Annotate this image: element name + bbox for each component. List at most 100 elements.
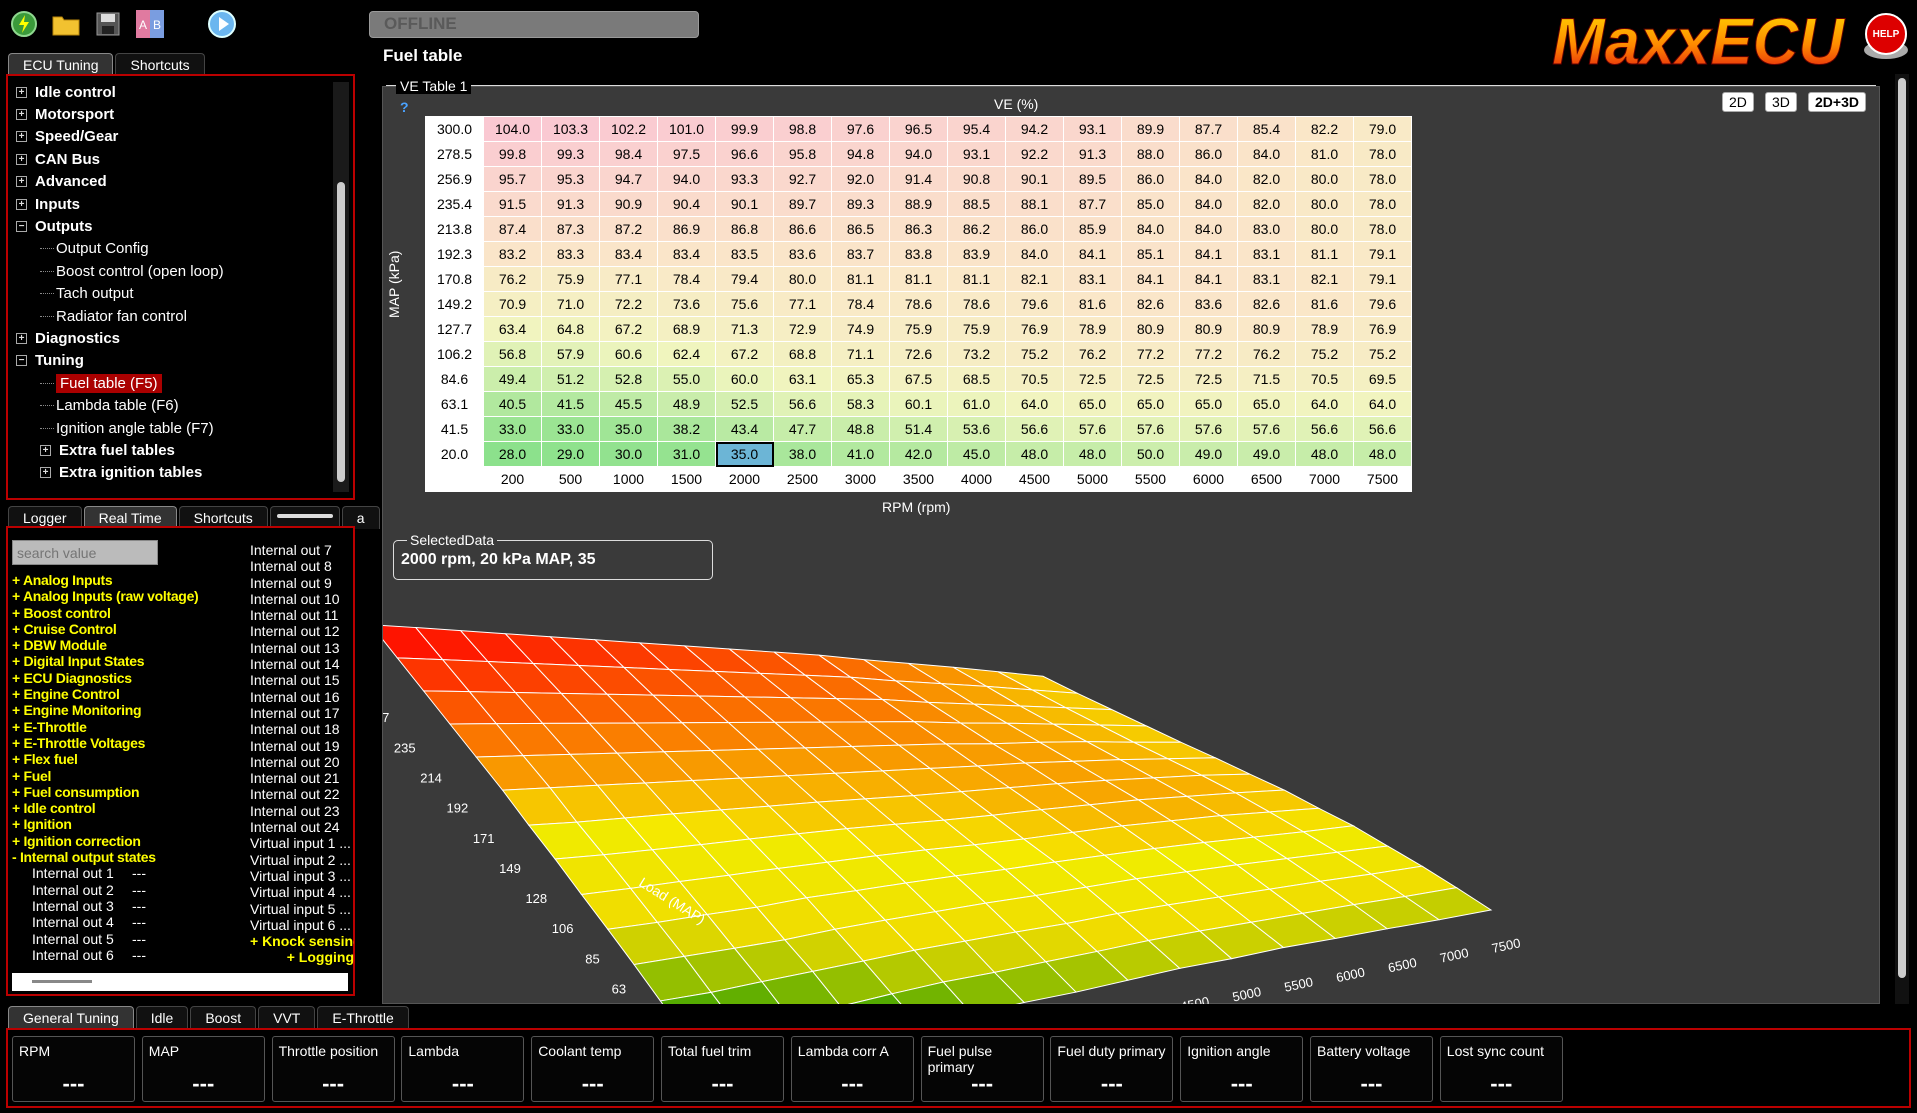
ve-cell[interactable]: 53.6 <box>947 416 1006 442</box>
ve-cell[interactable]: 67.2 <box>599 316 658 342</box>
gauge-fuel-pulse-primary[interactable]: Fuel pulse primary --- <box>920 1036 1044 1102</box>
map-axis-cell[interactable]: 235.4 <box>425 191 484 217</box>
ve-cell[interactable]: 65.0 <box>1063 391 1122 417</box>
realtime-group[interactable]: + Cruise Control <box>12 621 252 637</box>
ve-cell[interactable]: 70.9 <box>483 291 542 317</box>
compare-icon[interactable]: AB <box>134 8 166 40</box>
ve-cell[interactable]: 49.0 <box>1179 441 1238 467</box>
tree-item[interactable]: Output Config <box>16 238 336 260</box>
ve-cell[interactable]: 98.4 <box>599 141 658 167</box>
ve-cell[interactable]: 55.0 <box>657 366 716 392</box>
tree-item[interactable]: + CAN Bus <box>16 148 336 170</box>
ve-cell[interactable]: 40.5 <box>483 391 542 417</box>
help-icon[interactable]: HELP <box>1860 10 1912 62</box>
ve-cell[interactable]: 49.4 <box>483 366 542 392</box>
ve-cell[interactable]: 84.1 <box>1063 241 1122 267</box>
ve-cell[interactable]: 69.5 <box>1353 366 1412 392</box>
ve-cell[interactable]: 48.0 <box>1063 441 1122 467</box>
ve-cell[interactable]: 86.6 <box>773 216 832 242</box>
ve-cell[interactable]: 81.1 <box>1295 241 1354 267</box>
ve-cell[interactable]: 48.0 <box>1353 441 1412 467</box>
ve-cell[interactable]: 80.0 <box>773 266 832 292</box>
ve-cell[interactable]: 83.1 <box>1237 266 1296 292</box>
map-axis-cell[interactable]: 20.0 <box>425 441 484 467</box>
map-axis-cell[interactable]: 149.2 <box>425 291 484 317</box>
ve-cell[interactable]: 86.8 <box>715 216 774 242</box>
ve-cell[interactable]: 45.5 <box>599 391 658 417</box>
search-input[interactable] <box>12 540 158 565</box>
ve-cell[interactable]: 60.1 <box>889 391 948 417</box>
ve-cell[interactable]: 78.9 <box>1295 316 1354 342</box>
ve-cell[interactable]: 70.5 <box>1295 366 1354 392</box>
ve-cell[interactable]: 103.3 <box>541 116 600 142</box>
ve-cell[interactable]: 56.8 <box>483 341 542 367</box>
ve-cell[interactable]: 72.2 <box>599 291 658 317</box>
ve-cell[interactable]: 95.3 <box>541 166 600 192</box>
rpm-axis-cell[interactable]: 1000 <box>599 466 658 492</box>
ve-cell[interactable]: 79.6 <box>1005 291 1064 317</box>
gauge-lost-sync-count[interactable]: Lost sync count --- <box>1439 1036 1563 1102</box>
ve-cell[interactable]: 35.0 <box>599 416 658 442</box>
ve-cell[interactable]: 67.5 <box>889 366 948 392</box>
ve-cell[interactable]: 75.6 <box>715 291 774 317</box>
ve-cell[interactable]: 72.9 <box>773 316 832 342</box>
ve-cell[interactable]: 79.1 <box>1353 241 1412 267</box>
ve-cell[interactable]: 95.7 <box>483 166 542 192</box>
ve-cell[interactable]: 91.5 <box>483 191 542 217</box>
ve-cell[interactable]: 90.4 <box>657 191 716 217</box>
ve-cell[interactable]: 86.0 <box>1121 166 1180 192</box>
realtime-group[interactable]: + E-Throttle <box>12 719 252 735</box>
ve-cell[interactable]: 97.5 <box>657 141 716 167</box>
ve-cell[interactable]: 84.0 <box>1179 166 1238 192</box>
realtime-group[interactable]: + Ignition correction <box>12 833 252 849</box>
expand-icon[interactable]: + <box>16 198 27 210</box>
realtime-group[interactable]: + Idle control <box>12 800 252 816</box>
realtime-group[interactable]: + Ignition <box>12 816 252 832</box>
ve-cell[interactable]: 57.6 <box>1179 416 1238 442</box>
ve-cell[interactable]: 88.5 <box>947 191 1006 217</box>
rpm-axis-cell[interactable]: 6500 <box>1237 466 1296 492</box>
ve-cell[interactable]: 38.0 <box>773 441 832 467</box>
ve-cell[interactable]: 83.7 <box>831 241 890 267</box>
tree-item[interactable]: + Advanced <box>16 171 336 193</box>
gauge-rpm[interactable]: RPM --- <box>12 1036 135 1102</box>
rpm-axis-cell[interactable]: 500 <box>541 466 600 492</box>
ve-cell[interactable]: 28.0 <box>483 441 542 467</box>
tab-idle[interactable]: Idle <box>135 1006 189 1029</box>
ve-cell[interactable]: 75.2 <box>1005 341 1064 367</box>
ve-cell[interactable]: 35.0 <box>715 441 774 467</box>
collapse-icon[interactable]: − <box>16 221 27 233</box>
tree-item[interactable]: Radiator fan control <box>16 305 336 327</box>
ve-cell[interactable]: 73.2 <box>947 341 1006 367</box>
view-2d3d-button[interactable]: 2D+3D <box>1808 92 1866 112</box>
tree-item[interactable]: Fuel table (F5) <box>16 372 336 394</box>
ve-cell[interactable]: 83.1 <box>1237 241 1296 267</box>
main-vscrollbar[interactable] <box>1895 74 1909 1004</box>
ve-cell[interactable]: 77.1 <box>773 291 832 317</box>
ve-cell[interactable]: 78.4 <box>831 291 890 317</box>
ve-cell[interactable]: 79.0 <box>1353 116 1412 142</box>
ve-cell[interactable]: 84.0 <box>1005 241 1064 267</box>
tab-vvt[interactable]: VVT <box>258 1006 316 1029</box>
ve-cell[interactable]: 92.2 <box>1005 141 1064 167</box>
ve-cell[interactable]: 83.8 <box>889 241 948 267</box>
map-axis-cell[interactable]: 192.3 <box>425 241 484 267</box>
ve-cell[interactable]: 96.5 <box>889 116 948 142</box>
ve-cell[interactable]: 81.6 <box>1063 291 1122 317</box>
ve-cell[interactable]: 81.1 <box>889 266 948 292</box>
ve-cell[interactable]: 93.3 <box>715 166 774 192</box>
gauge-lambda[interactable]: Lambda --- <box>401 1036 525 1102</box>
gauge-lambda-corr-a[interactable]: Lambda corr A --- <box>790 1036 914 1102</box>
ve-cell[interactable]: 52.8 <box>599 366 658 392</box>
ve-cell[interactable]: 33.0 <box>541 416 600 442</box>
ve-cell[interactable]: 88.0 <box>1121 141 1180 167</box>
open-folder-icon[interactable] <box>50 8 82 40</box>
ve-cell[interactable]: 57.6 <box>1237 416 1296 442</box>
expand-icon[interactable]: + <box>16 332 27 344</box>
ve-cell[interactable]: 47.7 <box>773 416 832 442</box>
ve-cell[interactable]: 80.0 <box>1295 191 1354 217</box>
ve-cell[interactable]: 76.2 <box>1237 341 1296 367</box>
ve-cell[interactable]: 60.6 <box>599 341 658 367</box>
tree-item[interactable]: Lambda table (F6) <box>16 394 336 416</box>
ve-cell[interactable]: 31.0 <box>657 441 716 467</box>
